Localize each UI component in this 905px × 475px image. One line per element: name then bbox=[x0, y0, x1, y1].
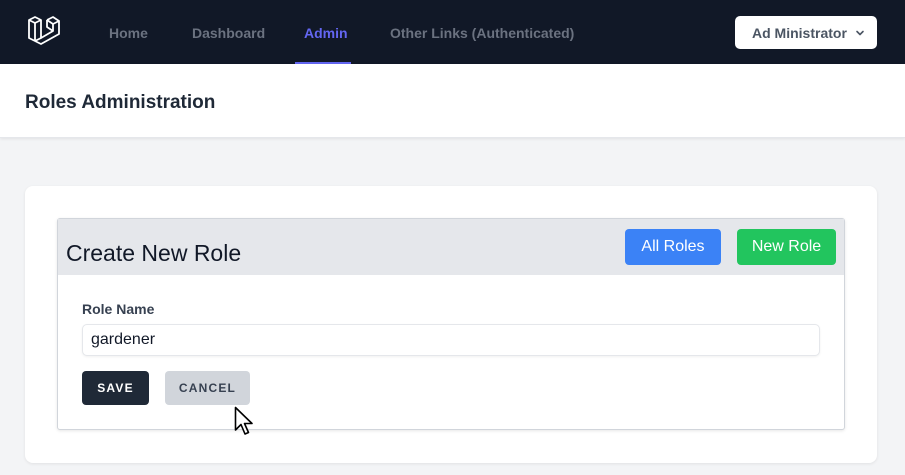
user-menu-button[interactable]: Ad Ministrator bbox=[735, 16, 877, 49]
user-menu-label: Ad Ministrator bbox=[752, 24, 847, 41]
page-title: Roles Administration bbox=[25, 92, 216, 113]
role-name-input[interactable] bbox=[82, 324, 820, 356]
page-header: Roles Administration bbox=[0, 64, 905, 138]
save-button[interactable]: SAVE bbox=[82, 371, 149, 405]
mouse-pointer-icon bbox=[234, 406, 253, 435]
nav-link-home[interactable]: Home bbox=[109, 0, 148, 64]
role-name-label: Role Name bbox=[82, 301, 155, 317]
laravel-logo-icon[interactable] bbox=[27, 14, 61, 50]
panel-title: Create New Role bbox=[66, 240, 242, 266]
panel-header: Create New Role All Roles New Role bbox=[58, 219, 844, 275]
create-role-panel: Create New Role All Roles New Role Role … bbox=[57, 218, 845, 430]
top-navigation: Home Dashboard Admin Other Links (Authen… bbox=[0, 0, 905, 64]
nav-link-admin[interactable]: Admin bbox=[304, 0, 348, 64]
nav-link-other-links[interactable]: Other Links (Authenticated) bbox=[390, 0, 574, 64]
nav-link-dashboard[interactable]: Dashboard bbox=[192, 0, 265, 64]
new-role-button[interactable]: New Role bbox=[737, 229, 836, 265]
chevron-down-icon bbox=[856, 30, 864, 35]
all-roles-button[interactable]: All Roles bbox=[625, 229, 721, 265]
cancel-button[interactable]: CANCEL bbox=[165, 371, 250, 405]
